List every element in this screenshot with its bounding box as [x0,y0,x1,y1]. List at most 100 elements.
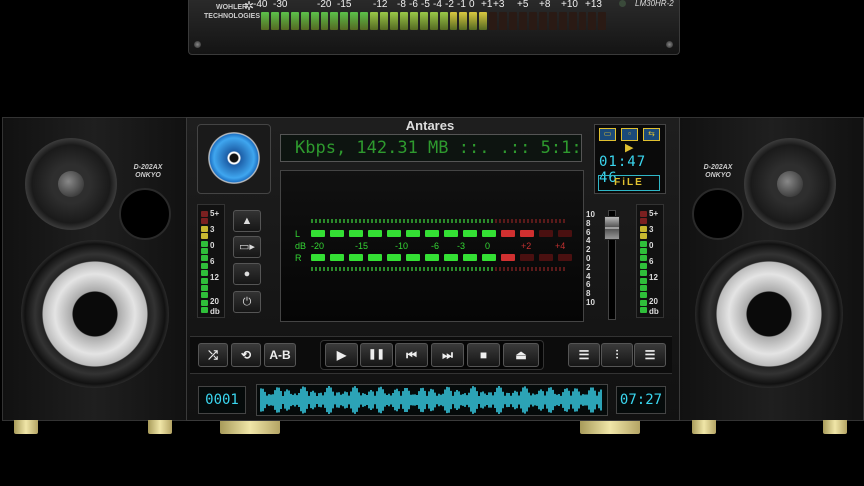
side-meter-segment [640,262,647,269]
side-meter-segment [201,270,208,277]
vu-tick [483,267,485,271]
power-button[interactable]: ⏻ [233,291,261,313]
vu-tick [499,267,501,271]
vu-tick [335,267,337,271]
vu-bar [539,254,553,261]
player-title: Antares [405,118,455,133]
minimize-button[interactable]: ▭ [599,128,616,141]
side-meter-label: 6 [649,257,654,266]
vu-tick [363,267,365,271]
eject-tray-button[interactable]: ▲ [233,210,261,232]
vu-tick [523,219,525,223]
expand-button[interactable]: ⇆ [643,128,660,141]
side-meter-label: 20 [649,297,658,306]
vu-bar [482,254,496,261]
vu-tick [387,267,389,271]
vu-bar [425,230,439,237]
vu-tick [415,267,417,271]
side-meter-label: db [649,307,659,316]
vu-tick [543,267,545,271]
play-button[interactable]: ▶ [325,343,358,367]
side-meter-segment [640,233,647,240]
vu-tick [459,219,461,223]
next-button[interactable]: ⏭ [431,343,464,367]
vu-tick [359,267,361,271]
repeat-button[interactable]: ⟲ [231,343,261,367]
vu-tick [427,219,429,223]
vu-tick [563,267,565,271]
meter-scale-label: -15 [337,0,352,10]
meter-segment [360,12,369,30]
record-button[interactable]: ● [233,263,261,285]
pitch-knob[interactable] [604,216,620,240]
vu-bar [501,230,515,237]
meter-segment [320,12,329,30]
meter-scale-label: -20 [317,0,332,10]
side-meter-segment [640,270,647,277]
equalizer-button[interactable]: ⫶ [601,343,633,367]
vu-tick [371,267,373,271]
pitch-label: 0 [586,254,591,263]
waveform-seekbar[interactable] [256,384,608,416]
menu-button[interactable]: ☰ [634,343,666,367]
shuffle-button[interactable]: ⤮ [198,343,228,367]
play-record-button[interactable]: ▭▸ [233,236,261,258]
side-meter-segment [640,307,647,314]
vu-tick [351,219,353,223]
vu-tick [455,219,457,223]
mode-button[interactable]: ▫ [621,128,638,141]
meter-scale-label: +10 [561,0,578,10]
vu-tick [403,219,405,223]
pitch-label: 8 [586,218,591,228]
meter-scale-label: +1 [481,0,493,10]
vu-tick [483,219,485,223]
vu-tick [503,267,505,271]
vu-bar [425,254,439,261]
vu-tick [487,219,489,223]
left-speaker: D-202AX ONKYO [2,117,187,421]
vu-scale-label: -6 [431,241,440,251]
pitch-label: 2 [586,262,591,272]
stop-button[interactable]: ■ [467,343,500,367]
vu-tick [395,219,397,223]
vu-tick [343,267,345,271]
meter-segment [270,12,279,30]
open-disc-button[interactable] [197,124,271,194]
vu-tick [423,219,425,223]
vu-tick [467,219,469,223]
side-meter-segment [640,285,647,291]
vu-tick [383,219,385,223]
previous-button[interactable]: ⏮ [395,343,428,367]
speaker-foot [14,420,38,434]
meter-scale-label: -8 [397,0,406,10]
vu-tick [487,267,489,271]
vu-bar [349,230,363,237]
file-button[interactable]: FiLE [598,175,660,191]
meter-scale-label: -30 [273,0,288,10]
vu-tick [339,267,341,271]
vu-tick [343,219,345,223]
vu-tick [479,267,481,271]
meter-segment [300,12,309,30]
meter-bars [261,12,607,30]
side-meter-segment [201,285,208,291]
ab-repeat-button[interactable]: A-B [264,343,296,367]
meter-segment [261,12,269,30]
meter-segment [568,12,577,30]
vu-bar [463,230,477,237]
eject-button[interactable]: ⏏ [503,343,539,367]
pause-button[interactable]: ❚❚ [360,343,393,367]
vu-scale-label: 0 [485,241,491,251]
vu-label-r: R [295,253,302,263]
vu-bar [463,254,477,261]
side-meter-segment [201,211,208,217]
playlist-button[interactable]: ☰ [568,343,600,367]
side-meter-label: 12 [649,273,658,282]
side-meter-segment [201,255,208,262]
vu-tick [331,219,333,223]
waveform-icon [260,386,602,414]
right-side-meter: 5+ 3 0 6 12 20 db [636,204,664,318]
vu-tick [547,219,549,223]
side-meter-segment [201,299,208,306]
pitch-slider[interactable]: 10 8 6 4 2 0 2 4 6 8 10 [584,204,628,320]
